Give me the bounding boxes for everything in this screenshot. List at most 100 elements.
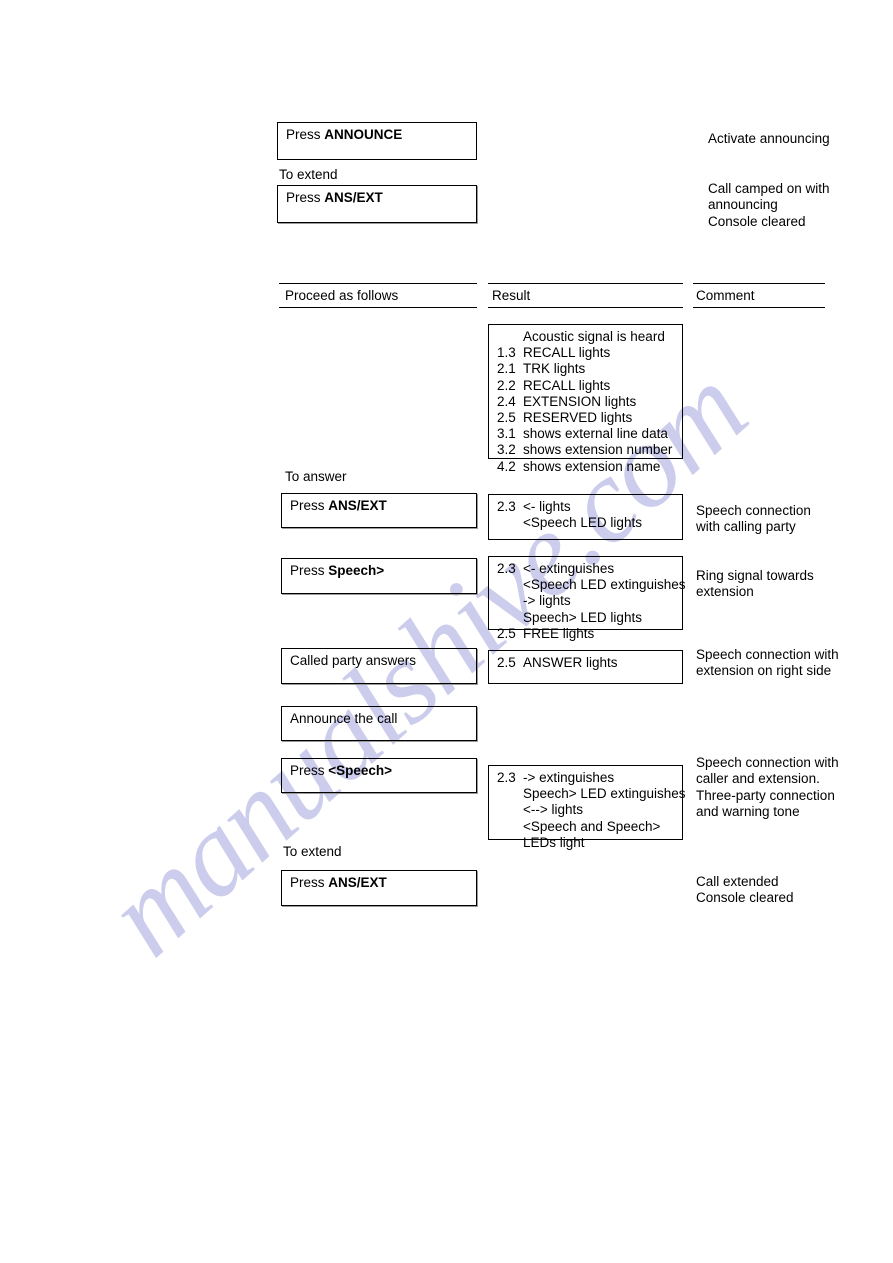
rule-procedure-bottom (279, 307, 477, 308)
comment-line: Speech connection (696, 503, 811, 518)
result-line-code: 2.5 (497, 655, 516, 670)
comment-line: caller and extension. (696, 771, 820, 787)
label-to-answer: To answer (285, 469, 347, 484)
action-key: Speech> (328, 563, 385, 578)
action-prefix: Press (290, 875, 329, 890)
action-key-ansext: ANS/EXT (324, 190, 383, 205)
result-line-text: <--> lights (523, 802, 584, 818)
header-comment: Comment (696, 288, 755, 303)
action-box-press-left-speech-right[interactable]: Press <Speech> (281, 758, 477, 793)
result-line-code: 2.5 (497, 410, 516, 426)
result-line-code: 4.2 (497, 458, 516, 474)
action-prefix: Called party answers (290, 653, 417, 668)
comment-line: Console cleared (696, 890, 794, 906)
comment-line: announcing (708, 197, 778, 213)
comment-call-camped-on: Call camped on with announcing Console c… (708, 181, 893, 230)
result-line: 2.1 TRK lights (497, 361, 675, 377)
result-line-text: LEDs light (523, 834, 585, 850)
result-line-code: 2.5 (497, 625, 516, 641)
result-line: 0.0<Speech LED lights (497, 515, 675, 531)
result-line-code: 2.3 (497, 561, 516, 576)
action-prefix: Press (286, 127, 325, 142)
comment-line: extension (696, 584, 754, 600)
result-box-row-1: 2.3 <- lights0.0<Speech LED lights (488, 494, 683, 540)
result-line-text: RESERVED lights (523, 410, 633, 426)
result-box-row-2: 2.3 <- extinguishes0.0<Speech LED extingu… (488, 556, 685, 641)
result-line-text: shows extension number (523, 442, 673, 458)
result-line: 2.5 ANSWER lights (497, 655, 675, 671)
action-key-announce: ANNOUNCE (324, 127, 403, 142)
result-line: 0.0Speech> LED lights (497, 610, 675, 626)
comment-line: with calling party (696, 519, 796, 535)
result-line: 0.0<Speech LED extinguishes (497, 577, 685, 593)
result-line-code: 3.1 (497, 426, 516, 442)
action-prefix: Press (290, 763, 329, 778)
action-box-press-ansext-answer[interactable]: Press ANS/EXT (281, 493, 477, 528)
result-line: 3.2 shows extension number (497, 442, 675, 458)
result-line: 1.3 RECALL lights (497, 345, 675, 361)
comment-line: Ring signal towards (696, 568, 814, 583)
result-line: 0.0LEDs light (497, 835, 675, 851)
result-box-row-3: 2.5 ANSWER lights (488, 650, 683, 684)
result-line-text: -> lights (523, 593, 571, 609)
action-box-press-ansext-top[interactable]: Press ANS/EXT (277, 185, 477, 223)
action-prefix: Press (286, 190, 325, 205)
result-line-text: ANSWER lights (523, 655, 618, 670)
comment-line: Call camped on with (708, 181, 830, 196)
result-line-text: shows extension name (523, 458, 661, 474)
result-line-text: RECALL lights (523, 345, 611, 361)
result-box-initial-state: 0.0Acoustic signal is heard1.3 RECALL lig… (488, 324, 683, 474)
result-line-text: FREE lights (523, 625, 595, 641)
action-box-press-announce[interactable]: Press ANNOUNCE (277, 122, 477, 160)
rule-comment-bottom (693, 307, 825, 308)
comment-row-1: Speech connection with calling party (696, 503, 886, 536)
comment-line: and warning tone (696, 804, 800, 820)
result-line-text: Acoustic signal is heard (523, 329, 665, 344)
action-prefix: Press (290, 563, 329, 578)
result-line-code: 3.2 (497, 442, 516, 458)
action-key: ANS/EXT (328, 875, 387, 890)
result-line-text: EXTENSION lights (523, 393, 637, 409)
header-proceed-as-follows: Proceed as follows (285, 288, 399, 303)
result-line: 2.3 <- lights (497, 499, 675, 515)
result-line-code: 2.1 (497, 361, 516, 377)
result-line: 3.1 shows external line data (497, 426, 675, 442)
result-line-text: <- lights (523, 499, 571, 514)
result-line-text: RECALL lights (523, 377, 611, 393)
result-line: 0.0-> lights (497, 593, 675, 609)
comment-line: Speech connection with (696, 647, 839, 662)
result-line: 2.2 RECALL lights (497, 378, 675, 394)
result-line: 2.3 -> extinguishes (497, 770, 675, 786)
result-line: 2.3 <- extinguishes (497, 561, 675, 577)
rule-result-bottom (488, 307, 683, 308)
action-prefix: Press (290, 498, 329, 513)
action-box-announce-the-call[interactable]: Announce the call (281, 706, 477, 741)
rule-procedure-top (279, 283, 477, 284)
rule-result-top (488, 283, 683, 284)
result-box-row-5: 2.3 -> extinguishes0.0Speech> LED extingu… (488, 765, 685, 850)
result-line: 2.4 EXTENSION lights (497, 394, 675, 410)
result-line-text: -> extinguishes (523, 770, 615, 785)
document-page: Press ANNOUNCE Activate announcing To ex… (0, 0, 893, 1263)
result-line-text: <Speech LED lights (523, 515, 642, 531)
comment-final-row: Call extended Console cleared (696, 874, 886, 907)
comment-line: Three-party connection (696, 787, 835, 803)
comment-row-5: Speech connection with caller and extens… (696, 755, 891, 821)
rule-comment-top (693, 283, 825, 284)
action-box-press-speech-right[interactable]: Press Speech> (281, 558, 477, 594)
result-line: 4.2 shows extension name (497, 459, 675, 475)
comment-line: Console cleared (708, 213, 806, 229)
action-key: <Speech> (328, 763, 393, 778)
result-line-text: shows external line data (523, 426, 668, 442)
comment-line: Speech connection with (696, 755, 839, 770)
label-to-extend-top: To extend (279, 167, 338, 182)
result-line-code: 2.3 (497, 499, 516, 514)
action-box-called-party-answers[interactable]: Called party answers (281, 648, 477, 684)
action-box-press-ansext-final[interactable]: Press ANS/EXT (281, 870, 477, 906)
result-line: 0.0<--> lights (497, 802, 675, 818)
result-line: 0.0Acoustic signal is heard (497, 329, 675, 345)
comment-row-2: Ring signal towards extension (696, 568, 886, 601)
result-line: 2.5 RESERVED lights (497, 410, 675, 426)
action-key: ANS/EXT (328, 498, 387, 513)
result-line-code: 2.2 (497, 377, 516, 393)
